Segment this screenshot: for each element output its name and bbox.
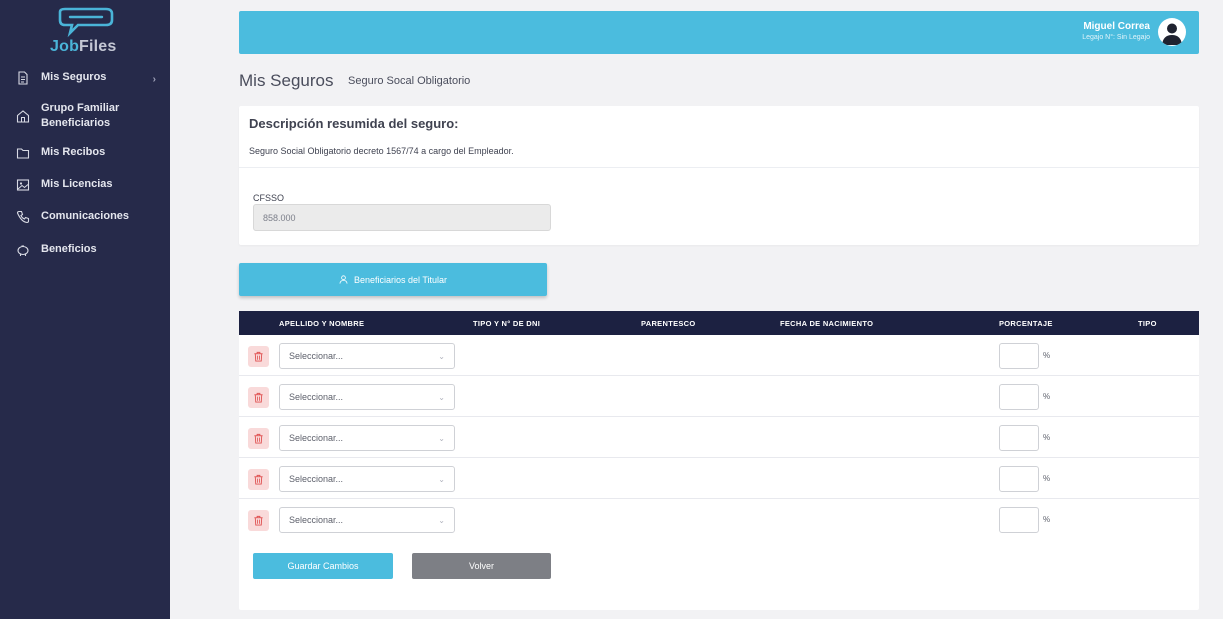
table-header: APELLIDO Y NOMBRE TIPO Y N° DE DNI PAREN… — [239, 311, 1199, 335]
percent-sign: % — [1043, 392, 1051, 401]
description-card: Descripción resumida del seguro: Seguro … — [239, 106, 1199, 245]
table-row: Seleccionar... ⌄ % — [239, 499, 1199, 540]
column-header: PARENTESCO — [641, 319, 696, 328]
select-value: Seleccionar... — [289, 351, 344, 361]
sidebar-nav: Mis Seguros › Grupo Familiar Beneficiari… — [0, 66, 170, 263]
brand-part-1: Job — [50, 38, 80, 55]
chevron-down-icon: ⌄ — [438, 433, 445, 443]
select-value: Seleccionar... — [289, 515, 344, 525]
percentage-input[interactable] — [999, 425, 1039, 451]
brand-part-2: Files — [79, 38, 117, 55]
column-header: TIPO — [1138, 319, 1157, 328]
chevron-down-icon: ⌄ — [438, 351, 445, 361]
sidebar-item-label: Mis Licencias — [41, 178, 113, 190]
page-title: Mis Seguros — [239, 71, 334, 90]
table-row: Seleccionar... ⌄ % — [239, 376, 1199, 417]
cfsso-label: CFSSO — [253, 193, 285, 203]
avatar[interactable] — [1158, 18, 1186, 46]
piggy-bank-icon — [17, 245, 29, 256]
column-header: APELLIDO Y NOMBRE — [279, 319, 365, 328]
image-icon — [16, 179, 30, 191]
chevron-right-icon: › — [152, 74, 156, 85]
delete-button[interactable] — [248, 387, 269, 408]
trash-icon — [254, 351, 263, 362]
back-button[interactable]: Volver — [412, 553, 551, 579]
description-title: Descripción resumida del seguro: — [249, 116, 459, 131]
divider — [239, 167, 1199, 168]
phone-icon — [16, 210, 30, 224]
save-button[interactable]: Guardar Cambios — [253, 553, 393, 579]
user-icon — [339, 275, 348, 284]
folder-icon — [16, 148, 30, 159]
delete-button[interactable] — [248, 469, 269, 490]
sidebar-item-label: Mis Seguros — [41, 71, 107, 83]
chevron-down-icon: ⌄ — [438, 392, 445, 402]
column-header: FECHA DE NACIMIENTO — [780, 319, 874, 328]
sidebar-item-label: Comunicaciones — [41, 210, 130, 222]
trash-icon — [254, 515, 263, 526]
trash-icon — [254, 474, 263, 485]
column-header: TIPO Y N° DE DNI — [473, 319, 541, 328]
brand-logo[interactable]: JobFiles — [50, 38, 117, 56]
select-value: Seleccionar... — [289, 474, 344, 484]
sidebar-item-label: Grupo Familiar Beneficiarios — [41, 102, 120, 129]
beneficiaries-table: APELLIDO Y NOMBRE TIPO Y N° DE DNI PAREN… — [239, 311, 1199, 610]
table-row: Seleccionar... ⌄ % — [239, 335, 1199, 376]
select-value: Seleccionar... — [289, 392, 344, 402]
select-value: Seleccionar... — [289, 433, 344, 443]
home-icon — [16, 110, 30, 123]
sidebar-item-mis-licencias[interactable]: Mis Licencias — [0, 173, 170, 198]
top-header: Miguel Correa Legajo N°: Sin Legajo — [239, 11, 1199, 54]
sidebar-item-comunicaciones[interactable]: Comunicaciones — [0, 205, 170, 230]
sidebar-item-mis-seguros[interactable]: Mis Seguros › — [0, 66, 170, 91]
sidebar: JobFiles Mis Seguros › Grupo Familiar Be… — [0, 0, 170, 619]
chevron-down-icon: ⌄ — [438, 474, 445, 484]
sidebar-item-label: Mis Recibos — [41, 146, 106, 158]
percentage-input[interactable] — [999, 466, 1039, 492]
sidebar-item-mis-recibos[interactable]: Mis Recibos — [0, 141, 170, 166]
beneficiary-select[interactable]: Seleccionar... ⌄ — [279, 343, 455, 369]
percent-sign: % — [1043, 515, 1051, 524]
beneficiary-select[interactable]: Seleccionar... ⌄ — [279, 466, 455, 492]
beneficiarios-titular-label: Beneficiarios del Titular — [353, 274, 448, 285]
beneficiary-select[interactable]: Seleccionar... ⌄ — [279, 425, 455, 451]
description-text: Seguro Social Obligatorio decreto 1567/7… — [249, 146, 514, 156]
percent-sign: % — [1043, 351, 1051, 360]
table-row: Seleccionar... ⌄ % — [239, 458, 1199, 499]
percentage-input[interactable] — [999, 343, 1039, 369]
percent-sign: % — [1043, 433, 1051, 442]
sidebar-item-grupo-familiar[interactable]: Grupo Familiar Beneficiarios — [0, 97, 170, 137]
table-row: Seleccionar... ⌄ % — [239, 417, 1199, 458]
chevron-down-icon: ⌄ — [438, 515, 445, 525]
sidebar-item-beneficios[interactable]: Beneficios — [0, 238, 170, 263]
user-name: Miguel Correa — [1083, 21, 1150, 32]
beneficiary-select[interactable]: Seleccionar... ⌄ — [279, 507, 455, 533]
column-header: PORCENTAJE — [999, 319, 1053, 328]
percentage-input[interactable] — [999, 507, 1039, 533]
cfsso-field[interactable] — [253, 204, 551, 231]
delete-button[interactable] — [248, 428, 269, 449]
sidebar-item-label: Beneficios — [41, 243, 97, 255]
user-avatar-icon — [1162, 23, 1182, 45]
percentage-input[interactable] — [999, 384, 1039, 410]
page-subtitle: Seguro Socal Obligatorio — [348, 75, 471, 87]
trash-icon — [254, 433, 263, 444]
document-icon — [18, 71, 28, 85]
percent-sign: % — [1043, 474, 1051, 483]
beneficiary-select[interactable]: Seleccionar... ⌄ — [279, 384, 455, 410]
user-legajo: Legajo N°: Sin Legajo — [1082, 34, 1150, 41]
delete-button[interactable] — [248, 346, 269, 367]
trash-icon — [254, 392, 263, 403]
beneficiarios-titular-button[interactable]: Beneficiarios del Titular — [239, 263, 547, 296]
delete-button[interactable] — [248, 510, 269, 531]
